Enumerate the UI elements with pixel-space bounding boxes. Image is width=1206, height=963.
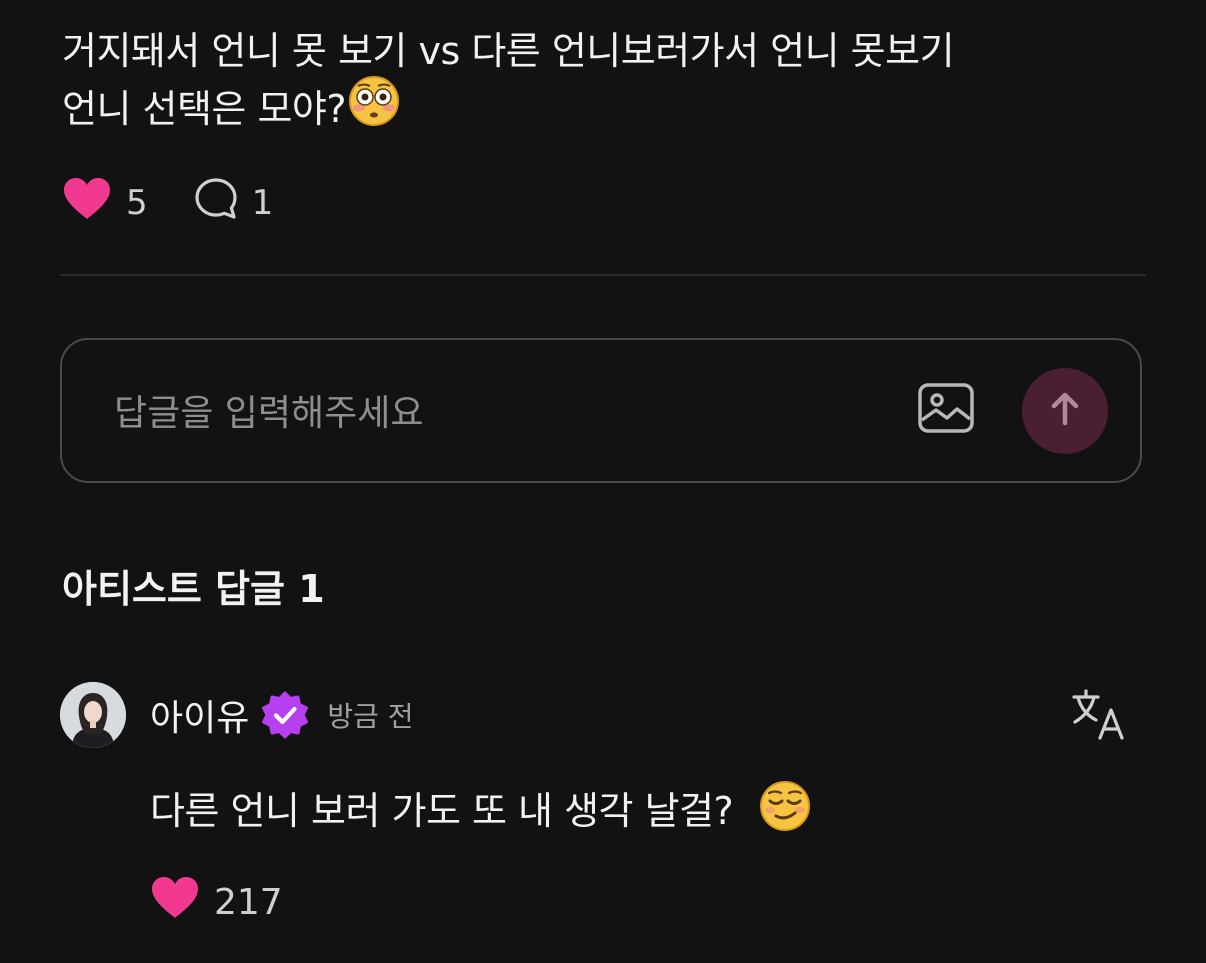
flushed-face-emoji-icon xyxy=(348,75,400,143)
translate-button[interactable] xyxy=(1070,688,1128,742)
reply-input[interactable] xyxy=(112,384,816,442)
post-text: 거지돼서 언니 못 보기 vs 다른 언니보러가서 언니 못보기 언니 선택은 … xyxy=(62,22,1142,143)
heart-icon xyxy=(62,177,112,230)
image-icon xyxy=(917,382,975,438)
comment-bubble-icon xyxy=(194,177,238,230)
verified-badge-icon xyxy=(261,691,309,739)
translate-icon xyxy=(1070,689,1128,746)
artist-replies-title: 아티스트 답글 1 xyxy=(62,567,325,611)
author-name[interactable]: 아이유 xyxy=(150,689,249,741)
comment-author-row: 아이유 방금 전 xyxy=(150,688,414,742)
relieved-smirk-face-emoji-icon xyxy=(759,780,811,841)
comment-text: 다른 언니 보러 가도 또 내 생각 날걸? xyxy=(150,780,811,841)
post-like-count: 5 xyxy=(126,183,148,223)
reply-composer xyxy=(60,338,1142,483)
attach-image-button[interactable] xyxy=(914,380,978,440)
heart-icon xyxy=(150,876,200,929)
post-comment-count: 1 xyxy=(251,183,274,223)
comment-timestamp: 방금 전 xyxy=(327,700,414,733)
comment-like-button[interactable]: 217 xyxy=(150,876,283,928)
divider xyxy=(60,274,1146,276)
post-text-line-1: 거지돼서 언니 못 보기 vs 다른 언니보러가서 언니 못보기 xyxy=(62,29,955,73)
comment-body: 다른 언니 보러 가도 또 내 생각 날걸? xyxy=(150,789,734,833)
post-question: 언니 선택은 모야? xyxy=(62,87,347,131)
arrow-up-icon xyxy=(1045,389,1085,433)
avatar[interactable] xyxy=(60,682,126,748)
post-comment-button[interactable]: 1 xyxy=(194,177,274,230)
post-text-line-2: 언니 선택은 모야? xyxy=(62,75,1142,143)
post-like-button[interactable]: 5 xyxy=(62,177,148,230)
post-stats: 5 1 xyxy=(62,177,274,230)
comment-like-count: 217 xyxy=(214,881,283,923)
send-reply-button[interactable] xyxy=(1022,368,1108,454)
